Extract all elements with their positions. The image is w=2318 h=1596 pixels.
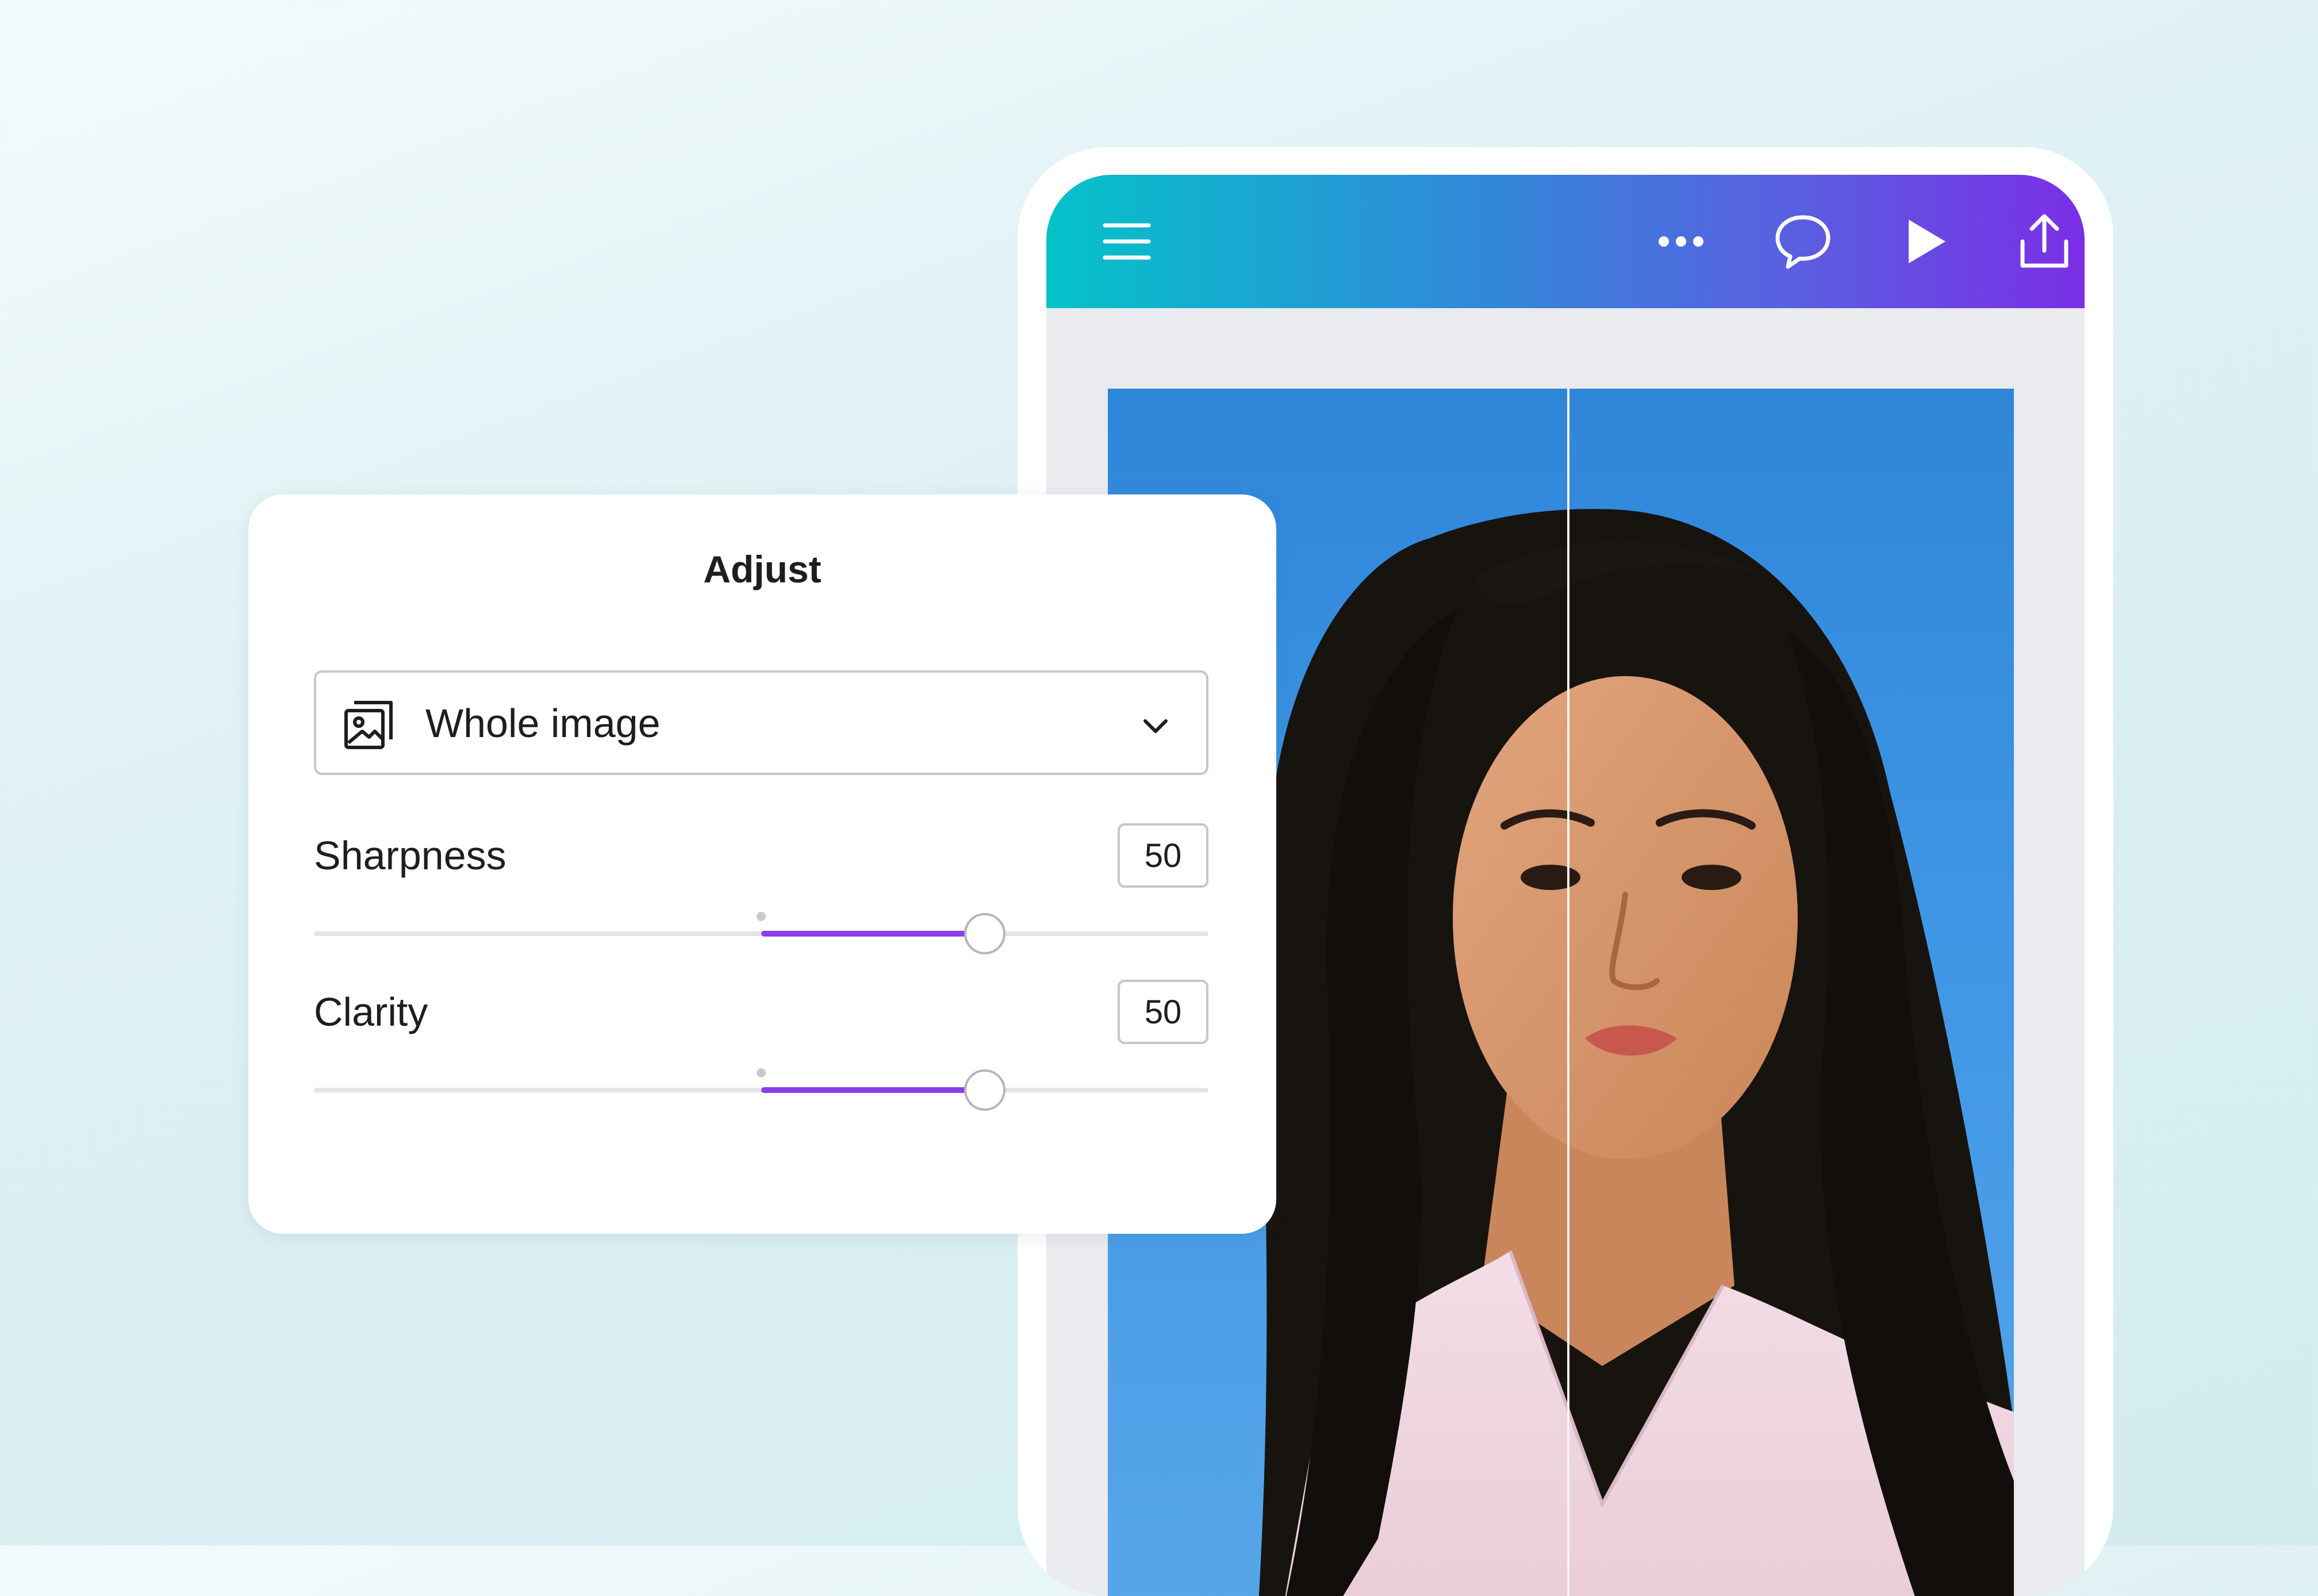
more-dots-icon[interactable] — [1651, 212, 1711, 271]
comment-bubble-icon[interactable] — [1773, 212, 1833, 271]
hamburger-menu-icon[interactable] — [1097, 212, 1157, 271]
chevron-down-icon — [1143, 719, 1168, 733]
slider-center-marker — [757, 1068, 766, 1077]
clarity-value-input[interactable]: 50 — [1118, 980, 1208, 1044]
sharpness-value-input[interactable]: 50 — [1118, 823, 1208, 888]
clarity-slider-fill — [761, 1087, 985, 1093]
compare-split-line[interactable] — [1567, 389, 1569, 1596]
adjust-panel: Adjust Whole image Sharpness 50 Clarity … — [248, 494, 1276, 1234]
clarity-slider-handle[interactable] — [964, 1069, 1006, 1111]
adjust-target-select[interactable]: Whole image — [314, 670, 1208, 775]
clarity-label: Clarity — [314, 989, 428, 1034]
sharpness-slider-handle[interactable] — [964, 913, 1006, 954]
share-upload-icon[interactable] — [2014, 212, 2074, 271]
sharpness-label: Sharpness — [314, 833, 506, 878]
image-icon — [344, 701, 393, 749]
panel-title: Adjust — [703, 548, 822, 590]
slider-center-marker — [757, 912, 766, 921]
editor-topbar — [1046, 175, 2085, 308]
play-icon[interactable] — [1895, 212, 1955, 271]
sharpness-slider-fill — [761, 931, 985, 937]
select-value: Whole image — [425, 701, 661, 746]
